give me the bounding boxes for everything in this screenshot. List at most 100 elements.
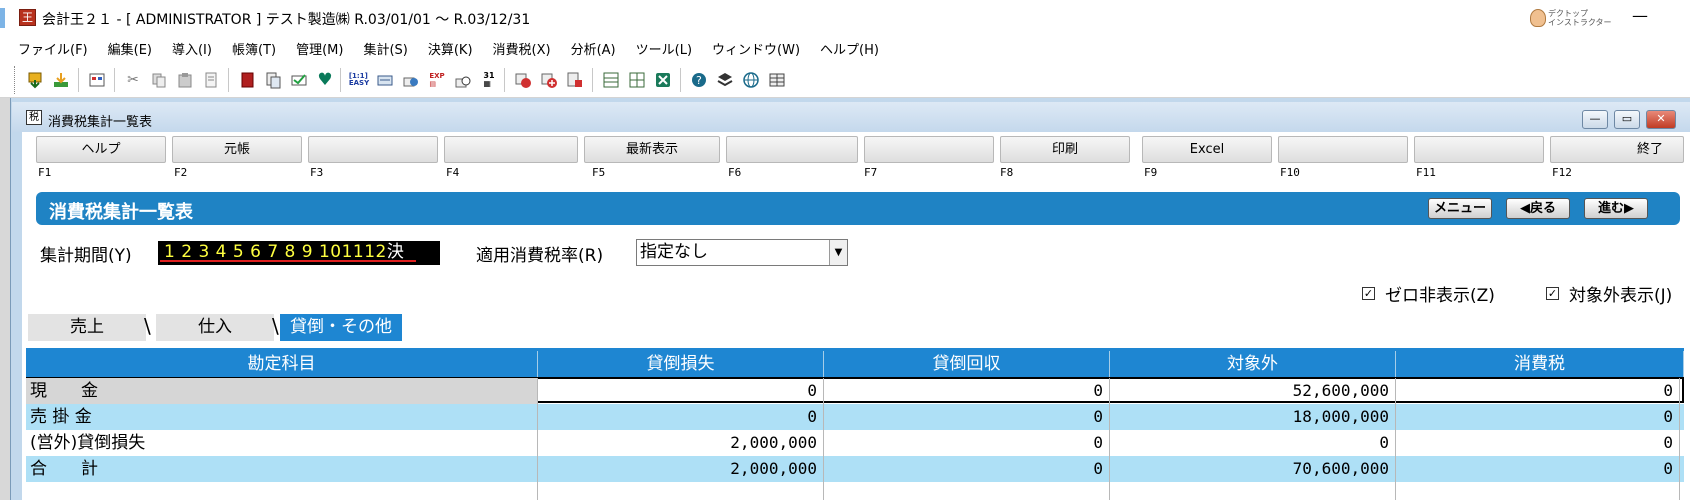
column-header-tax[interactable]: 消費税 <box>1396 351 1684 377</box>
tab-bad-debt-other[interactable]: 貸倒・その他 <box>280 314 402 341</box>
cell-bad-debt-recovery[interactable]: 0 <box>824 378 1110 404</box>
tab-sales[interactable]: 売上 <box>28 314 146 341</box>
column-header-account[interactable]: 勘定科目 <box>26 351 538 377</box>
cell-bad-debt-loss[interactable]: 0 <box>538 404 824 430</box>
tax-rate-select[interactable]: 指定なし ▼ <box>636 239 848 266</box>
child-maximize-button[interactable]: ▭ <box>1614 110 1640 129</box>
child-window-titlebar[interactable]: 税 消費税集計一覧表 — ▭ ✕ <box>12 102 1690 132</box>
cell-account[interactable]: (営外)貸倒損失 <box>26 430 538 456</box>
menu-aggregate[interactable]: 集計(S) <box>363 39 407 58</box>
cell-exempt[interactable]: 18,000,000 <box>1110 404 1396 430</box>
tax-add-icon[interactable] <box>538 69 560 91</box>
menu-settlement[interactable]: 決算(K) <box>428 39 473 58</box>
f8-print-button[interactable]: 印刷 <box>1000 136 1130 163</box>
table2-icon[interactable] <box>626 69 648 91</box>
cell-bad-debt-loss[interactable]: 2,000,000 <box>538 456 824 482</box>
cell-tax[interactable]: 0 <box>1396 404 1680 430</box>
copy-icon[interactable] <box>148 69 170 91</box>
menu-window[interactable]: ウィンドウ(W) <box>712 39 800 58</box>
f1-help-button[interactable]: ヘルプ <box>36 136 166 163</box>
paste-icon[interactable] <box>174 69 196 91</box>
column-header-bad-debt-recovery[interactable]: 貸倒回収 <box>824 351 1110 377</box>
journal-icon[interactable] <box>86 69 108 91</box>
tab-purchases[interactable]: 仕入 <box>156 314 274 341</box>
globe-icon[interactable] <box>740 69 762 91</box>
f10-button[interactable] <box>1278 136 1408 163</box>
title-bar: 王 会計王２１ - [ ADMINISTRATOR ] テスト製造㈱ R.03/… <box>0 0 1690 36</box>
menu-analysis[interactable]: 分析(A) <box>571 39 616 58</box>
f7-button[interactable] <box>864 136 994 163</box>
column-header-bad-debt-loss[interactable]: 貸倒損失 <box>538 351 824 377</box>
tax-report-icon[interactable] <box>564 69 586 91</box>
cell-account[interactable]: 合 計 <box>26 456 538 482</box>
checkbox-check-icon[interactable]: ✓ <box>1362 287 1375 300</box>
f3-button[interactable] <box>308 136 438 163</box>
grid-icon[interactable] <box>766 69 788 91</box>
card-icon[interactable] <box>374 69 396 91</box>
minimize-button[interactable]: — <box>1632 6 1648 25</box>
tax-rate-value: 指定なし <box>640 242 708 262</box>
cell-bad-debt-recovery[interactable]: 0 <box>824 456 1110 482</box>
cell-bad-debt-recovery[interactable]: 0 <box>824 404 1110 430</box>
desktop-instructor-badge[interactable]: デクトップ インストラクター <box>1530 7 1616 29</box>
heart-icon[interactable]: ♥ <box>314 69 336 91</box>
zero-hide-checkbox[interactable]: ✓ ゼロ非表示(Z) <box>1362 281 1495 306</box>
memo-icon[interactable] <box>200 69 222 91</box>
toolbar-grip[interactable] <box>14 66 17 94</box>
menu-consumption-tax[interactable]: 消費税(X) <box>493 39 551 58</box>
excel-icon[interactable] <box>652 69 674 91</box>
layers-icon[interactable] <box>714 69 736 91</box>
f9-excel-button[interactable]: Excel <box>1142 136 1272 163</box>
f12-exit-button[interactable]: 終了 <box>1550 136 1684 163</box>
toolbar: ✂ ♥ [1:1] EASY EXP ▤ 31 ▦ ? <box>0 62 1690 98</box>
document-icon[interactable] <box>262 69 284 91</box>
child-window-title: 消費税集計一覧表 <box>48 115 153 130</box>
f9-key-label: F9 <box>1144 166 1158 179</box>
cell-account[interactable]: 現 金 <box>26 378 538 404</box>
cell-account[interactable]: 売 掛 金 <box>26 404 538 430</box>
cut-icon[interactable]: ✂ <box>122 69 144 91</box>
menu-file[interactable]: ファイル(F) <box>18 39 88 58</box>
cell-exempt[interactable]: 70,600,000 <box>1110 456 1396 482</box>
f5-refresh-button[interactable]: 最新表示 <box>584 136 720 163</box>
cell-tax[interactable]: 0 <box>1396 378 1680 404</box>
f11-button[interactable] <box>1414 136 1544 163</box>
tax-icon[interactable] <box>512 69 534 91</box>
chevron-down-icon[interactable]: ▼ <box>829 240 847 265</box>
check-mail-icon[interactable] <box>288 69 310 91</box>
cell-exempt[interactable]: 0 <box>1110 430 1396 456</box>
cell-bad-debt-recovery[interactable]: 0 <box>824 430 1110 456</box>
cell-bad-debt-loss[interactable]: 0 <box>538 378 824 404</box>
menu-tools[interactable]: ツール(L) <box>636 39 692 58</box>
f6-button[interactable] <box>726 136 858 163</box>
f4-button[interactable] <box>444 136 578 163</box>
cell-bad-debt-loss[interactable]: 2,000,000 <box>538 430 824 456</box>
calc-icon[interactable] <box>452 69 474 91</box>
menu-help[interactable]: ヘルプ(H) <box>820 39 879 58</box>
import-icon[interactable] <box>24 69 46 91</box>
cell-tax[interactable]: 0 <box>1396 430 1680 456</box>
menu-button[interactable]: メニュー <box>1428 198 1492 219</box>
cell-tax[interactable]: 0 <box>1396 456 1680 482</box>
cell-exempt[interactable]: 52,600,000 <box>1110 378 1396 404</box>
table-icon[interactable] <box>600 69 622 91</box>
column-header-exempt[interactable]: 対象外 <box>1110 351 1396 377</box>
child-minimize-button[interactable]: — <box>1582 110 1608 129</box>
back-button[interactable]: ◀戻る <box>1506 198 1570 219</box>
ledger-book-icon[interactable] <box>236 69 258 91</box>
money-icon[interactable] <box>400 69 422 91</box>
download-icon[interactable] <box>50 69 72 91</box>
easy-icon[interactable]: [1:1] EASY <box>348 69 370 91</box>
export-icon[interactable]: EXP ▤ <box>426 69 448 91</box>
f2-ledger-button[interactable]: 元帳 <box>172 136 302 163</box>
menu-setup[interactable]: 導入(I) <box>172 39 212 58</box>
forward-button[interactable]: 進む▶ <box>1584 198 1648 219</box>
help-icon[interactable]: ? <box>688 69 710 91</box>
checkbox-check-icon[interactable]: ✓ <box>1546 287 1559 300</box>
menu-manage[interactable]: 管理(M) <box>296 39 343 58</box>
child-close-button[interactable]: ✕ <box>1646 110 1676 129</box>
calendar-icon[interactable]: 31 ▦ <box>478 69 500 91</box>
menu-edit[interactable]: 編集(E) <box>108 39 152 58</box>
menu-books[interactable]: 帳簿(T) <box>232 39 276 58</box>
exempt-show-checkbox[interactable]: ✓ 対象外表示(J) <box>1546 281 1672 306</box>
